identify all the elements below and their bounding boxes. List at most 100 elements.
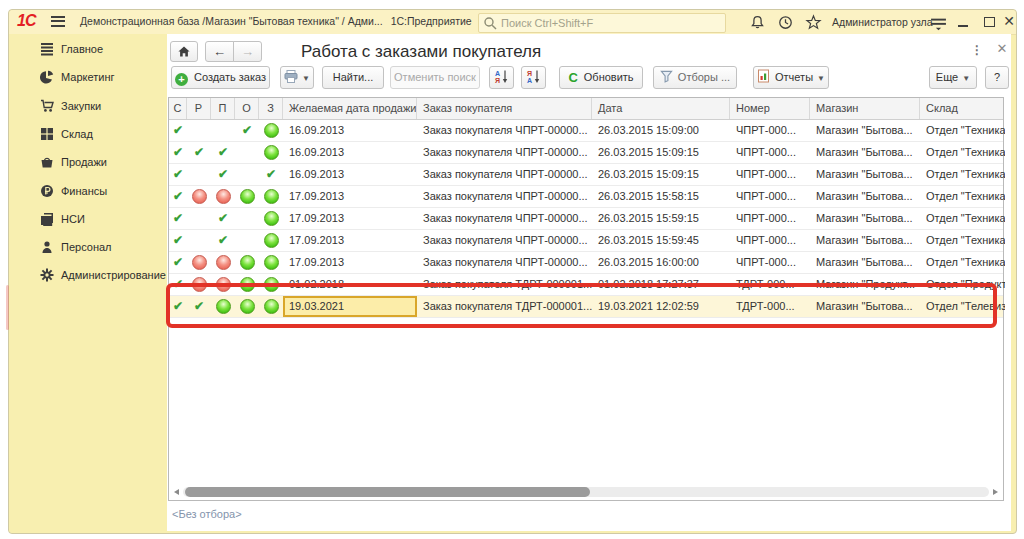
checkmark-icon: ✔ — [266, 164, 276, 185]
green-status-icon — [264, 145, 279, 160]
cell-order: Заказ покупателя ТДРТ-000001... — [417, 296, 592, 317]
help-button[interactable]: ? — [985, 66, 1009, 89]
filters-button[interactable]: Отборы ... — [653, 66, 737, 89]
column-header-6[interactable]: Желаемая дата продажи — [283, 98, 417, 119]
sidebar-item-6[interactable]: Финансы — [9, 177, 167, 205]
checkmark-icon: ✔ — [218, 208, 228, 229]
flag-cell — [235, 186, 259, 207]
table-row[interactable]: ✔✔16.09.2013Заказ покупателя ЧПРТ-00000.… — [169, 120, 1003, 142]
forward-button[interactable]: → — [233, 41, 262, 62]
global-search-input[interactable]: Поиск Ctrl+Shift+F — [478, 13, 726, 33]
create-order-button[interactable]: +Создать заказ — [171, 66, 270, 89]
notifications-bell-icon[interactable] — [749, 14, 766, 31]
cell-store: Магазин "Продукт... — [810, 274, 920, 295]
close-form-icon[interactable]: ✕ — [995, 42, 1009, 56]
flag-cell: ✔ — [169, 230, 187, 251]
maximize-button[interactable] — [981, 14, 997, 30]
cell-warehouse: Отдел "Техника д — [920, 120, 1005, 141]
checkmark-icon: ✔ — [173, 274, 183, 295]
green-status-icon — [264, 211, 279, 226]
sidebar-item-7[interactable]: НСИ — [9, 205, 167, 233]
flag-cell — [235, 252, 259, 273]
flag-cell: ✔ — [169, 142, 187, 163]
sidebar-item-5[interactable]: Продажи — [9, 148, 167, 176]
table-row[interactable]: ✔17.09.2013Заказ покупателя ЧПРТ-00000..… — [169, 186, 1003, 208]
column-header-8[interactable]: Дата — [592, 98, 730, 119]
column-header-4[interactable]: О — [235, 98, 259, 119]
cell-order: Заказ покупателя ЧПРТ-00000... — [417, 164, 592, 185]
cell-date: 26.03.2015 15:59:15 — [592, 208, 730, 229]
editing-cell[interactable]: 19.03.2021 — [283, 296, 417, 317]
sort-descending-button[interactable]: ЯА — [521, 66, 546, 89]
sidebar-item-4[interactable]: Склад — [9, 120, 167, 148]
column-header-7[interactable]: Заказ покупателя — [417, 98, 592, 119]
sidebar-item-1[interactable]: Главное — [9, 35, 167, 63]
sidebar-item-8[interactable]: Персонал — [9, 233, 167, 261]
checkmark-icon: ✔ — [242, 120, 252, 141]
home-button[interactable] — [170, 41, 198, 62]
grid-icon — [40, 127, 54, 141]
current-user[interactable]: Администратор узла — [832, 16, 933, 28]
scroll-left-arrow-icon[interactable] — [174, 489, 179, 495]
sidebar-item-9[interactable]: Администрирование — [9, 261, 167, 289]
column-header-9[interactable]: Номер — [730, 98, 810, 119]
table-row[interactable]: ✔✔✔16.09.2013Заказ покупателя ЧПРТ-00000… — [169, 142, 1003, 164]
cell-number: ЧПРТ-000... — [730, 208, 810, 229]
cancel-search-button[interactable]: Отменить поиск — [390, 66, 480, 89]
table-row[interactable]: ✔✔19.03.2021Заказ покупателя ТДРТ-000001… — [169, 296, 1003, 318]
flag-cell: ✔ — [169, 274, 187, 295]
service-menu-icon[interactable] — [930, 16, 947, 33]
ruble-circle-icon — [40, 184, 54, 198]
table-row[interactable]: ✔01.02.2018Заказ покупателя ТДРТ-000001.… — [169, 274, 1003, 296]
table-header: СРПОЗЖелаемая дата продажиЗаказ покупате… — [169, 98, 1003, 120]
cell-order: Заказ покупателя ТДРТ-000001... — [417, 274, 592, 295]
flag-cell: ✔ — [211, 230, 235, 251]
flag-cell — [187, 186, 211, 207]
more-commands-icon[interactable]: ⋮ — [971, 43, 983, 57]
gear-icon — [40, 268, 54, 282]
reports-button[interactable]: Отчеты▼ — [753, 66, 829, 89]
scroll-right-arrow-icon[interactable] — [993, 489, 998, 495]
sort-ascending-button[interactable]: АЯ — [489, 66, 514, 89]
refresh-icon: C — [568, 70, 577, 85]
table-row[interactable]: ✔✔✔16.09.2013Заказ покупателя ЧПРТ-00000… — [169, 164, 1003, 186]
scrollbar-thumb[interactable] — [185, 487, 590, 497]
close-window-button[interactable]: ✕ — [1001, 14, 1017, 30]
table-row[interactable]: ✔✔17.09.2013Заказ покупателя ЧПРТ-00000.… — [169, 230, 1003, 252]
find-button[interactable]: Найти... — [322, 66, 384, 89]
green-status-icon — [264, 123, 279, 138]
column-header-3[interactable]: П — [211, 98, 235, 119]
red-status-icon — [192, 189, 207, 204]
flag-cell: ✔ — [169, 296, 187, 317]
table-row[interactable]: ✔✔17.09.2013Заказ покупателя ЧПРТ-00000.… — [169, 208, 1003, 230]
main-menu-icon[interactable] — [51, 16, 65, 27]
checkmark-icon: ✔ — [218, 142, 228, 163]
history-icon[interactable] — [777, 14, 794, 31]
cell-date: 26.03.2015 15:58:15 — [592, 186, 730, 207]
print-button[interactable]: ▼ — [280, 66, 314, 89]
back-button[interactable]: ← — [205, 41, 234, 62]
cell-warehouse: Отдел "Техника д — [920, 142, 1005, 163]
column-header-10[interactable]: Магазин — [810, 98, 920, 119]
cell-wanted: 17.09.2013 — [283, 186, 417, 207]
green-status-icon — [264, 299, 279, 314]
more-button[interactable]: Еще▼ — [929, 66, 977, 89]
cell-date: 01.02.2018 17:27:37 — [592, 274, 730, 295]
filter-status-link[interactable]: <Без отбора> — [172, 508, 242, 520]
sidebar-item-3[interactable]: Закупки — [9, 92, 167, 120]
sidebar-item-2[interactable]: Маркетинг — [9, 63, 167, 91]
green-status-icon — [240, 189, 255, 204]
column-header-11[interactable]: Склад — [920, 98, 1005, 119]
column-header-1[interactable]: С — [169, 98, 187, 119]
minimize-button[interactable] — [955, 14, 971, 30]
app-window: 1С Демонстрационная база /Магазин "Бытов… — [8, 9, 1017, 534]
horizontal-scrollbar[interactable] — [171, 486, 1001, 498]
column-header-5[interactable]: З — [259, 98, 283, 119]
table-row[interactable]: ✔17.09.2013Заказ покупателя ЧПРТ-00000..… — [169, 252, 1003, 274]
checkmark-icon: ✔ — [173, 208, 183, 229]
cell-warehouse: Отдел "Телевизо — [920, 296, 1005, 317]
favorites-star-icon[interactable] — [805, 14, 822, 31]
column-header-2[interactable]: Р — [187, 98, 211, 119]
refresh-button[interactable]: CОбновить — [559, 66, 643, 89]
cell-warehouse: Отдел "Продукты — [920, 274, 1005, 295]
